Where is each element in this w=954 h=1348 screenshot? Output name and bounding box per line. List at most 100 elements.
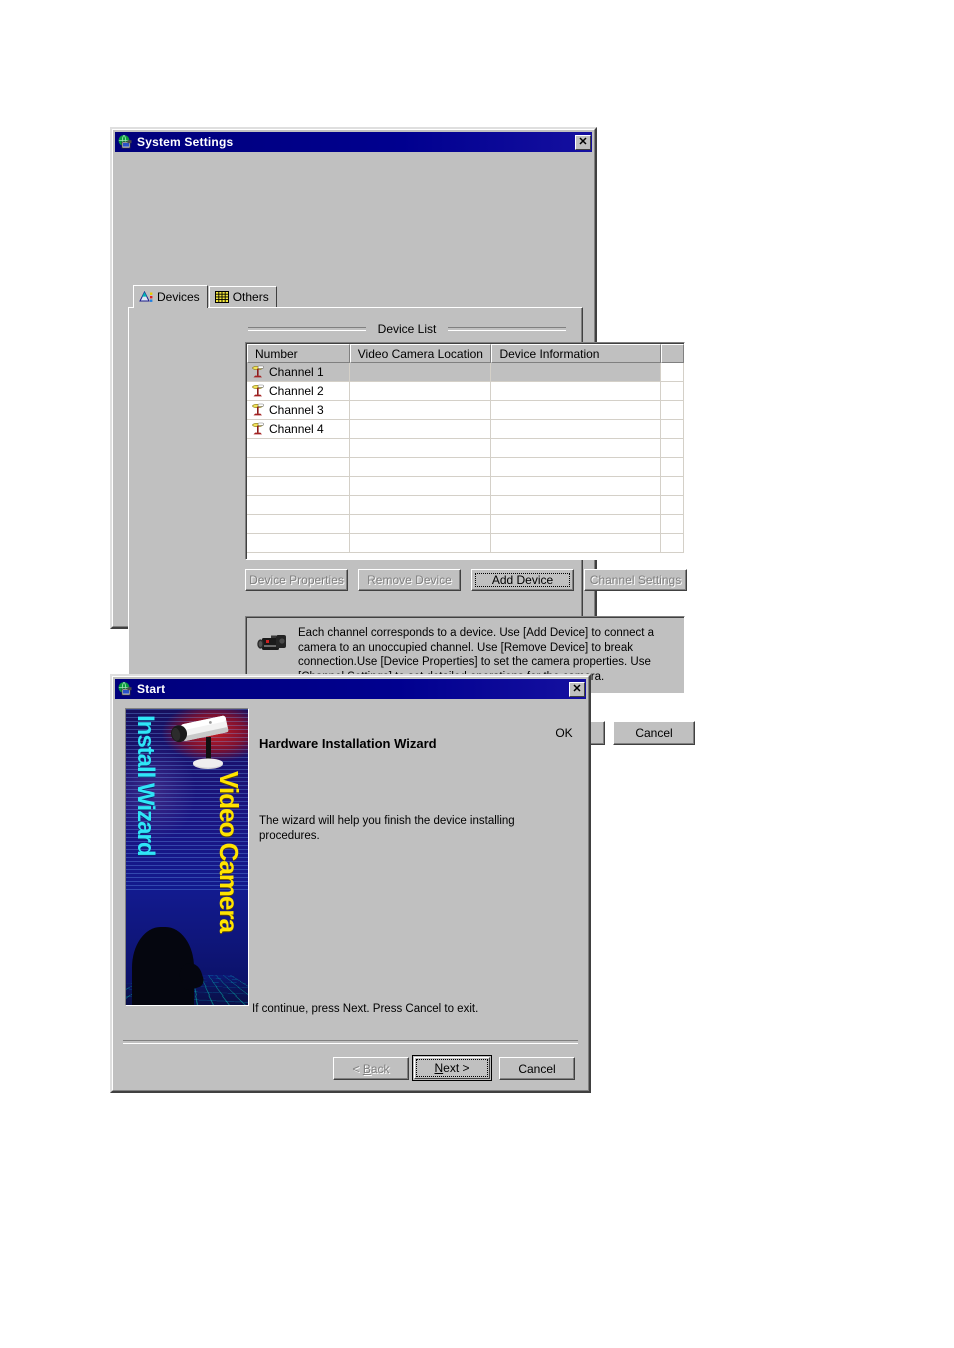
wizard-cancel-button[interactable]: Cancel (499, 1057, 575, 1080)
window-title: System Settings (137, 135, 234, 149)
cell-spacer (661, 439, 684, 457)
column-header-location[interactable]: Video Camera Location (349, 344, 492, 363)
cell-device-information (491, 439, 662, 457)
device-list-header-row: Number Video Camera Location Device Info… (247, 344, 684, 363)
cell-device-information (491, 477, 662, 495)
cell-number (247, 496, 350, 514)
cell-number (247, 534, 350, 552)
next-button[interactable]: Next > (412, 1055, 492, 1081)
add-device-button[interactable]: Add Device (471, 569, 574, 591)
cell-number-text: Channel 4 (269, 422, 324, 436)
tab-others[interactable]: Others (208, 286, 277, 307)
system-settings-window: System Settings ✕ Devices Others Device … (110, 127, 695, 745)
cell-spacer (661, 401, 684, 419)
cell-device-information (491, 458, 662, 476)
camera-stand-icon (251, 384, 265, 398)
cell-location (350, 458, 492, 476)
cell-number: Channel 1 (247, 363, 350, 381)
table-row[interactable] (247, 515, 684, 534)
cell-location (350, 477, 492, 495)
cell-number: Channel 3 (247, 401, 350, 419)
close-icon: ✕ (578, 135, 588, 148)
remove-device-label: Remove Device (367, 573, 452, 587)
channel-settings-button[interactable]: Channel Settings (584, 569, 687, 591)
wizard-body-text: The wizard will help you finish the devi… (259, 815, 515, 842)
cancel-button[interactable]: Cancel (613, 721, 695, 745)
table-row[interactable]: Channel 2 (247, 382, 684, 401)
cell-number: Channel 2 (247, 382, 350, 400)
remove-device-button[interactable]: Remove Device (358, 569, 461, 591)
device-list-group-header: Device List (248, 322, 566, 336)
banner-right-text: Video Camera (214, 771, 244, 932)
person-silhouette (132, 927, 194, 1005)
cell-location (350, 439, 492, 457)
cell-number-text: Channel 1 (269, 365, 324, 379)
cell-number-text: Channel 3 (269, 403, 324, 417)
table-row[interactable] (247, 477, 684, 496)
grid-icon (214, 291, 229, 303)
camera-stand-icon (251, 403, 265, 417)
close-button[interactable]: ✕ (575, 134, 591, 150)
cell-device-information (491, 496, 662, 514)
device-action-buttons: Device Properties Remove Device Add Devi… (245, 569, 687, 591)
cell-location (350, 401, 492, 419)
titlebar-buttons: ✕ (575, 134, 592, 150)
group-line-right (448, 327, 566, 331)
cell-number (247, 477, 350, 495)
tab-others-label: Others (232, 290, 269, 304)
wizard-window-title: Start (137, 682, 166, 696)
table-row[interactable] (247, 458, 684, 477)
next-button-label: Next > (434, 1061, 470, 1075)
cell-number-text: Channel 2 (269, 384, 324, 398)
camcorder-icon (256, 632, 289, 656)
table-row[interactable]: Channel 1 (247, 363, 684, 382)
cell-spacer (661, 534, 684, 552)
cell-location (350, 534, 492, 552)
globe-camera-icon (117, 681, 133, 697)
cell-spacer (661, 420, 684, 438)
wizard-cancel-label: Cancel (518, 1061, 556, 1076)
tab-devices[interactable]: Devices (133, 285, 208, 308)
back-button-label: < Back (352, 1061, 390, 1076)
add-device-label: Add Device (491, 573, 554, 587)
color-chart-icon (139, 290, 153, 304)
cell-device-information (491, 534, 662, 552)
table-row[interactable] (247, 534, 684, 553)
cell-spacer (661, 496, 684, 514)
titlebar[interactable]: System Settings ✕ (115, 132, 592, 152)
ok-button-label: OK (555, 726, 573, 740)
cell-device-information (491, 420, 662, 438)
footer-separator (123, 1040, 578, 1044)
cell-location (350, 382, 492, 400)
wizard-titlebar[interactable]: Start ✕ (115, 679, 586, 699)
channel-settings-label: Channel Settings (589, 573, 682, 587)
security-camera-icon (154, 713, 246, 775)
cell-location (350, 420, 492, 438)
cell-number: Channel 4 (247, 420, 350, 438)
cell-device-information (491, 401, 662, 419)
device-properties-button[interactable]: Device Properties (245, 569, 348, 591)
cell-device-information (491, 515, 662, 533)
device-list-inner: Number Video Camera Location Device Info… (246, 343, 684, 559)
column-header-spacer[interactable] (661, 344, 684, 363)
back-button[interactable]: < Back (333, 1057, 409, 1080)
close-icon: ✕ (572, 682, 582, 695)
globe-camera-icon (117, 134, 133, 150)
table-row[interactable]: Channel 4 (247, 420, 684, 439)
table-row[interactable]: Channel 3 (247, 401, 684, 420)
wizard-close-button[interactable]: ✕ (569, 681, 585, 697)
camera-stand-icon (251, 365, 265, 379)
cell-location (350, 363, 492, 381)
column-header-info[interactable]: Device Information (491, 344, 662, 363)
table-row[interactable] (247, 439, 684, 458)
camera-stand-icon (251, 422, 265, 436)
cell-spacer (661, 515, 684, 533)
cell-location (350, 496, 492, 514)
column-header-number[interactable]: Number (247, 344, 350, 363)
cell-number (247, 458, 350, 476)
device-list[interactable]: Number Video Camera Location Device Info… (245, 342, 685, 560)
table-row[interactable] (247, 496, 684, 515)
cancel-button-label: Cancel (635, 726, 673, 740)
start-wizard-window: Start ✕ Install Wizard Video Camera Hard… (110, 674, 591, 1093)
cell-device-information (491, 382, 662, 400)
